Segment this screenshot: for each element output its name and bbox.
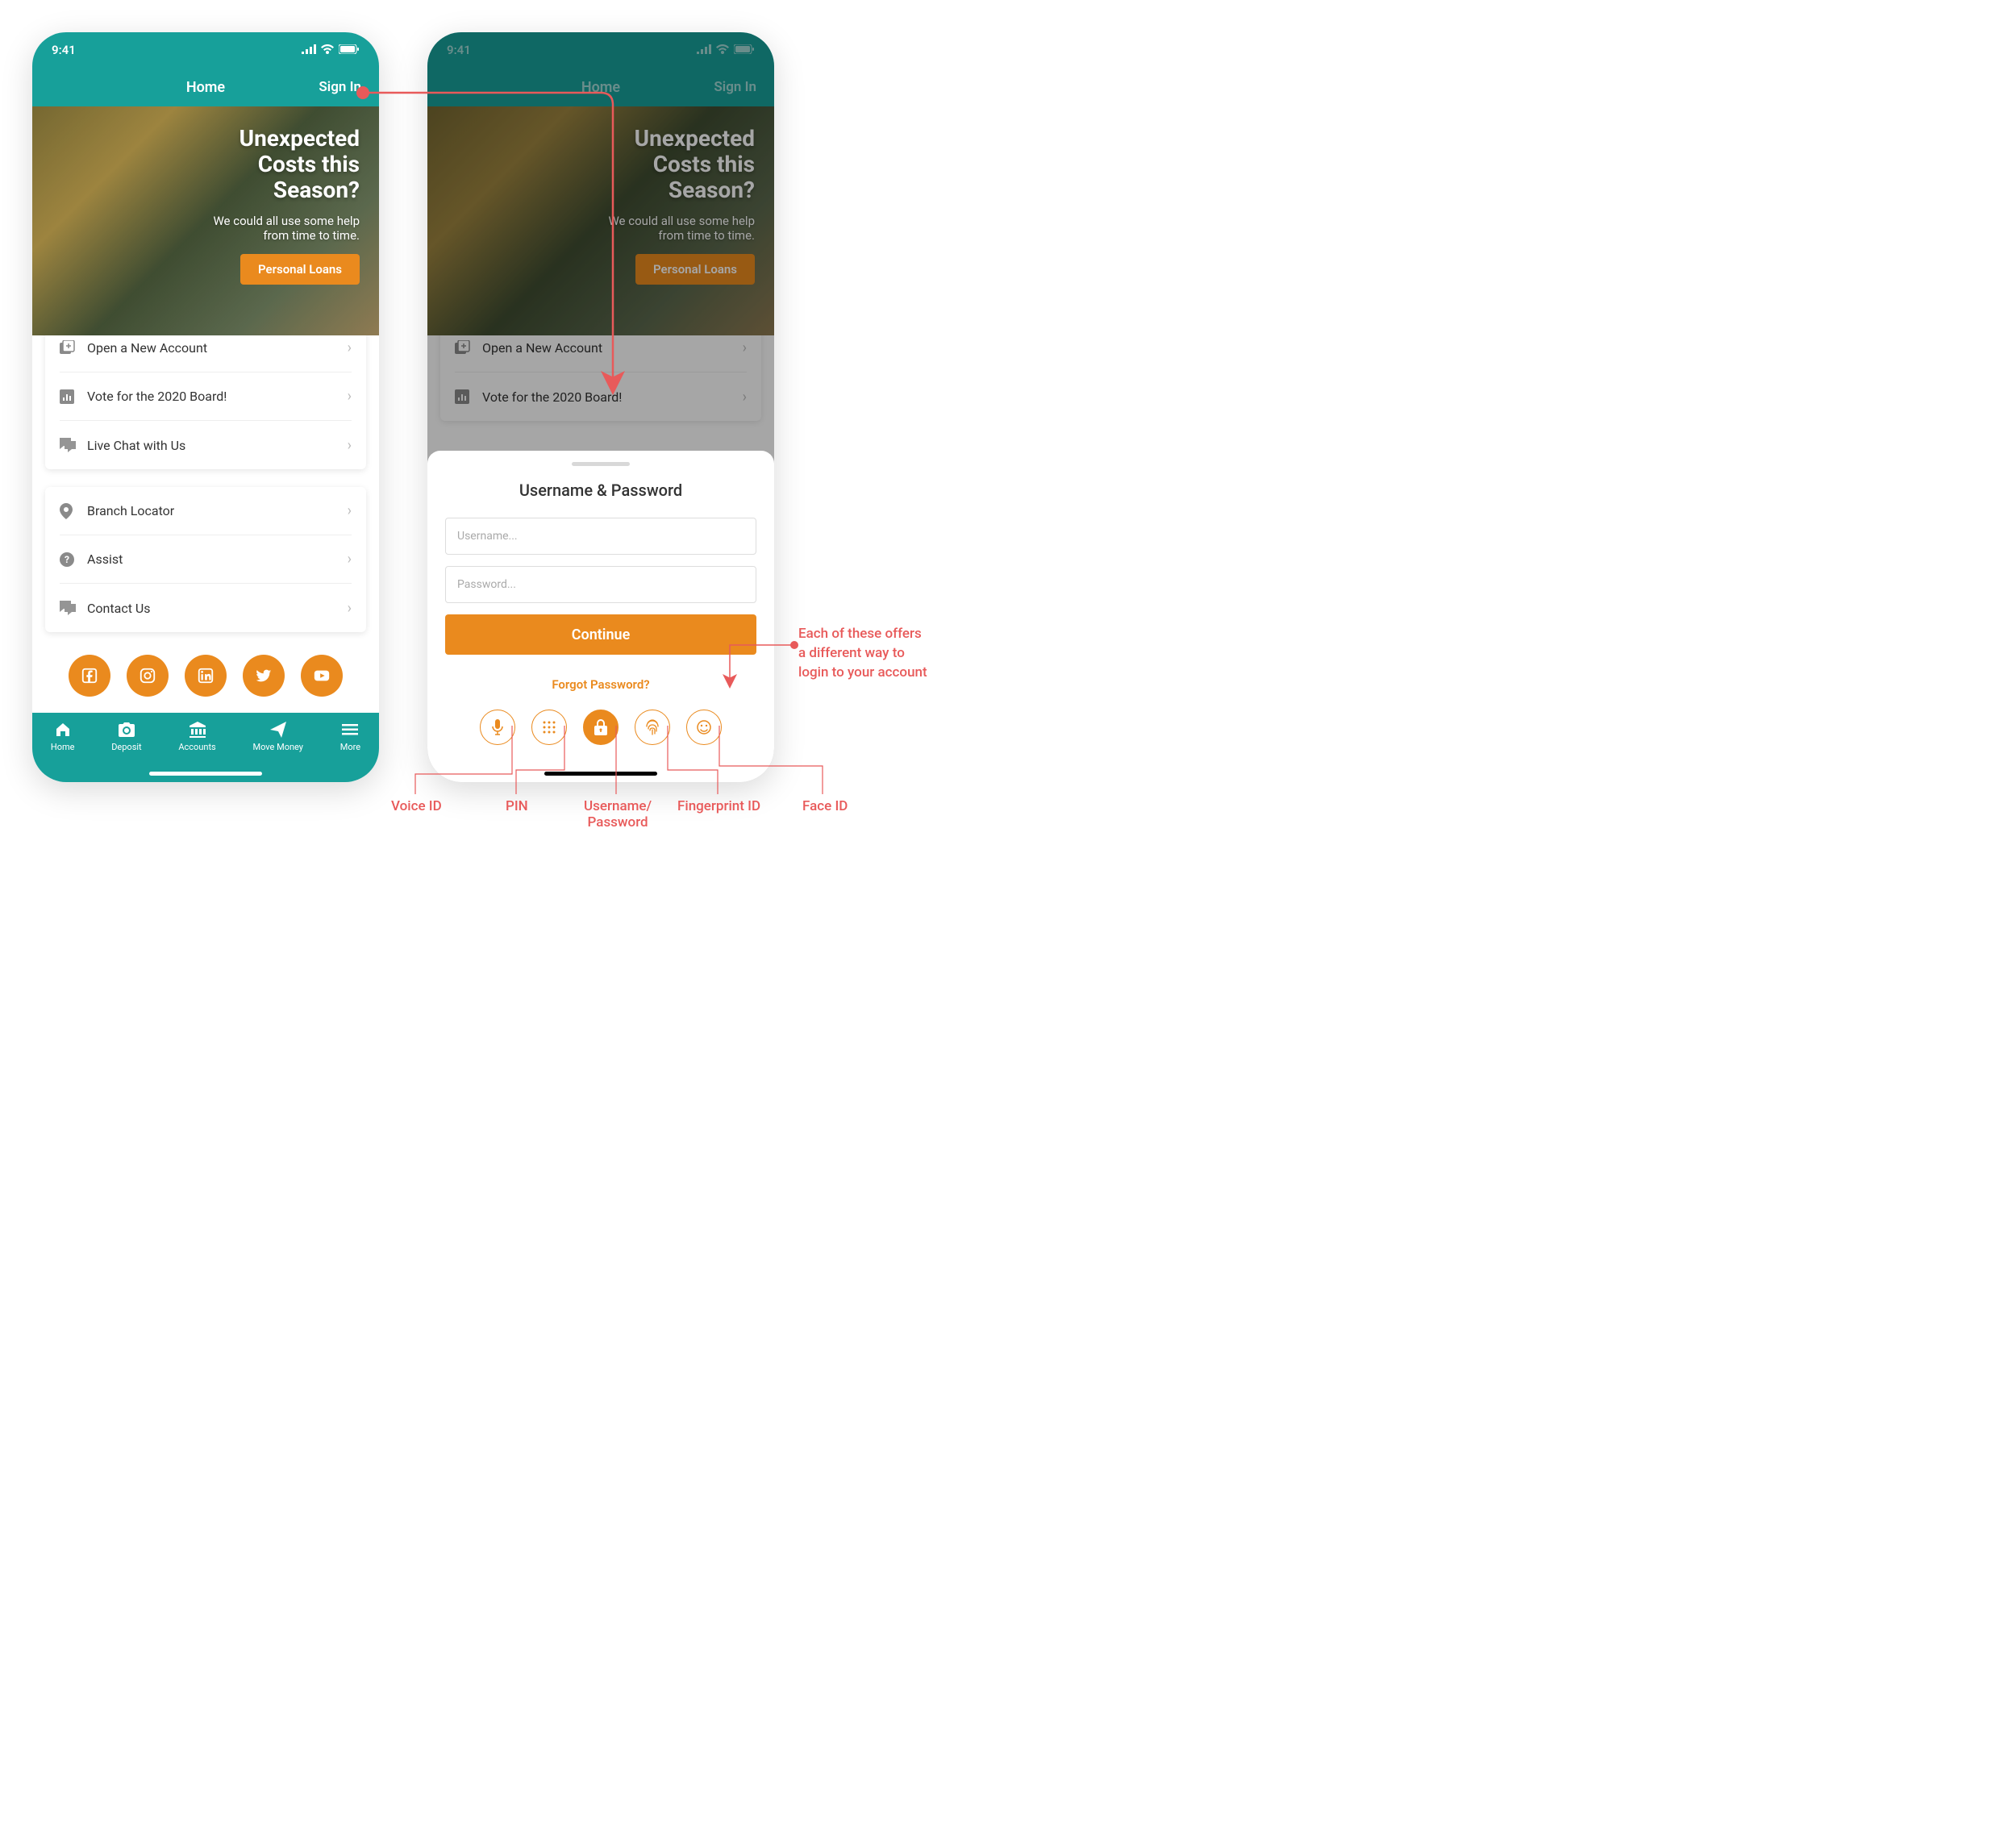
camera-icon <box>119 721 135 739</box>
tab-deposit[interactable]: Deposit <box>111 721 141 782</box>
pin-button[interactable] <box>531 710 567 745</box>
chevron-right-icon: › <box>348 502 352 519</box>
tab-label: More <box>340 742 360 752</box>
chevron-right-icon: › <box>348 600 352 617</box>
tab-label: Move Money <box>252 742 303 752</box>
continue-button[interactable]: Continue <box>445 614 756 655</box>
status-time: 9:41 <box>52 43 76 57</box>
tab-more[interactable]: More <box>340 721 360 782</box>
bank-icon <box>190 721 206 739</box>
hero-title-l3: Season? <box>240 177 360 203</box>
twitter-icon[interactable] <box>243 655 285 697</box>
chevron-right-icon: › <box>348 388 352 405</box>
anno-voice-id: Voice ID <box>391 798 442 814</box>
phone-home: 9:41 Home Sign In Unexpected Costs this … <box>32 32 379 782</box>
anno-fingerprint-id: Fingerprint ID <box>677 798 760 814</box>
header-teal: 9:41 Home Sign In <box>32 32 379 106</box>
social-row <box>45 650 366 697</box>
tab-home[interactable]: Home <box>51 721 75 782</box>
home-icon <box>55 721 71 739</box>
row-contact-us[interactable]: Contact Us › <box>60 584 352 632</box>
nav-bar: Home Sign In <box>32 68 379 106</box>
tab-label: Accounts <box>178 742 215 752</box>
status-bar: 9:41 <box>32 32 379 68</box>
battery-icon <box>339 43 360 57</box>
home-indicator <box>544 772 657 776</box>
username-input[interactable] <box>445 518 756 555</box>
signin-sheet: Username & Password Continue Forgot Pass… <box>427 451 774 782</box>
chat-icon <box>60 601 87 615</box>
support-card: Branch Locator › ? Assist › Contact Us › <box>45 487 366 632</box>
row-label: Contact Us <box>87 601 348 616</box>
tab-label: Deposit <box>111 742 141 752</box>
help-icon: ? <box>60 552 87 567</box>
password-input[interactable] <box>445 566 756 603</box>
row-label: Live Chat with Us <box>87 438 348 453</box>
sheet-title: Username & Password <box>445 481 756 500</box>
nav-title: Home <box>186 79 225 96</box>
tab-label: Home <box>51 742 75 752</box>
home-indicator <box>149 772 262 776</box>
fingerprint-id-button[interactable] <box>635 710 670 745</box>
username-password-button[interactable] <box>583 710 619 745</box>
row-label: Branch Locator <box>87 503 348 518</box>
location-pin-icon <box>60 503 87 519</box>
anno-username-password: Username/ Password <box>584 798 652 830</box>
hero-title-l2: Costs this <box>240 152 360 177</box>
row-assist[interactable]: ? Assist › <box>60 535 352 584</box>
anno-text: a different way to <box>798 644 927 664</box>
row-vote-board[interactable]: Vote for the 2020 Board! › <box>60 373 352 421</box>
anno-pin: PIN <box>506 798 528 814</box>
instagram-icon[interactable] <box>127 655 169 697</box>
menu-icon <box>342 721 358 739</box>
quick-actions-card: Open a New Account › Vote for the 2020 B… <box>45 324 366 469</box>
hero-sub: We could all use some help from time to … <box>198 214 360 243</box>
phone-signin: 9:41 Home Sign In Unexpected Costs this … <box>427 32 774 782</box>
face-id-button[interactable] <box>686 710 722 745</box>
annotation-login-methods: Each of these offers a different way to … <box>798 625 927 682</box>
chat-icon <box>60 438 87 452</box>
chevron-right-icon: › <box>348 339 352 356</box>
anno-text: login to your account <box>798 664 927 683</box>
add-account-icon <box>60 340 87 356</box>
chevron-right-icon: › <box>348 551 352 568</box>
row-label: Assist <box>87 551 348 567</box>
status-indicators <box>302 43 360 57</box>
signal-icon <box>302 43 316 57</box>
anno-text: Each of these offers <box>798 625 927 644</box>
sign-in-button[interactable]: Sign In <box>319 79 361 95</box>
row-live-chat[interactable]: Live Chat with Us › <box>60 421 352 469</box>
personal-loans-button[interactable]: Personal Loans <box>240 254 360 285</box>
sheet-handle[interactable] <box>572 462 630 466</box>
cards-area: Open a New Account › Vote for the 2020 B… <box>32 324 379 697</box>
row-label: Vote for the 2020 Board! <box>87 389 348 404</box>
linkedin-icon[interactable] <box>185 655 227 697</box>
anno-face-id: Face ID <box>802 798 848 814</box>
row-branch-locator[interactable]: Branch Locator › <box>60 487 352 535</box>
row-label: Open a New Account <box>87 340 348 356</box>
anno-text: Username/ <box>584 798 652 814</box>
voice-id-button[interactable] <box>480 710 515 745</box>
svg-text:?: ? <box>65 554 69 565</box>
anno-text: Password <box>584 814 652 830</box>
youtube-icon[interactable] <box>301 655 343 697</box>
login-methods <box>445 710 756 745</box>
hero-banner: Unexpected Costs this Season? We could a… <box>32 106 379 335</box>
facebook-icon[interactable] <box>69 655 110 697</box>
poll-icon <box>60 389 87 404</box>
forgot-password-link[interactable]: Forgot Password? <box>445 677 756 692</box>
chevron-right-icon: › <box>348 437 352 454</box>
send-icon <box>270 721 286 739</box>
wifi-icon <box>321 43 334 57</box>
hero-title: Unexpected Costs this Season? <box>240 126 360 204</box>
hero-title-l1: Unexpected <box>240 126 360 152</box>
